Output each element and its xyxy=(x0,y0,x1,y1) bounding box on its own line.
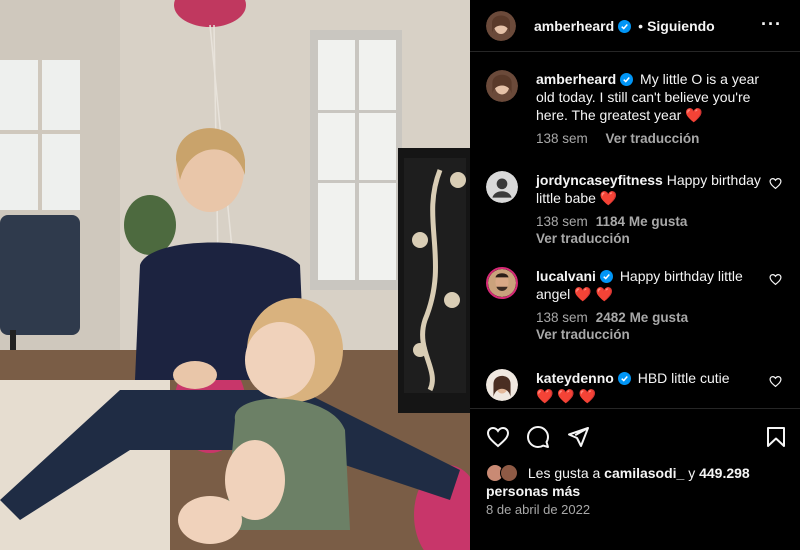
comment-username[interactable]: lucalvani xyxy=(536,268,596,284)
verified-badge-icon xyxy=(620,73,634,86)
like-comment-heart-icon[interactable] xyxy=(769,273,782,286)
like-comment-heart-icon[interactable] xyxy=(769,375,782,388)
post-date[interactable]: 8 de abril de 2022 xyxy=(486,502,590,517)
following-button[interactable]: Siguiendo xyxy=(647,18,715,34)
caption-meta: 138 sem Ver traducción xyxy=(536,130,776,147)
likes-suffix[interactable]: personas más xyxy=(486,483,580,499)
post-actions-bar: Les gusta a camilasodi_ y 449.298 person… xyxy=(470,408,800,550)
comment-item: kateydenno HBD little cutie ❤️ ❤️ ❤️ xyxy=(486,369,786,405)
bookmark-save-icon[interactable] xyxy=(764,425,788,449)
author-username[interactable]: amberheard xyxy=(534,18,614,34)
post-side-panel: amberheard • Siguiendo ··· amberheard My… xyxy=(470,0,800,550)
post-caption: amberheard My little O is a year old tod… xyxy=(486,70,786,154)
verified-badge-icon xyxy=(599,270,613,283)
comment-text-block: jordyncaseyfitness Happy birthday little… xyxy=(536,171,764,247)
share-send-icon[interactable] xyxy=(566,425,590,449)
comment-item: lucalvani Happy birthday little angel ❤️… xyxy=(486,267,786,347)
liker-username[interactable]: camilasodi_ xyxy=(604,465,684,481)
comment-text-block: lucalvani Happy birthday little angel ❤️… xyxy=(536,267,764,343)
comment-emoji: ❤️ xyxy=(599,190,618,206)
comment-emoji: ❤️ ❤️ ❤️ xyxy=(536,388,597,404)
comment-bubble-icon[interactable] xyxy=(526,425,550,449)
commenter-avatar[interactable] xyxy=(486,171,518,203)
liker-avatar xyxy=(500,464,518,482)
liker-avatars xyxy=(486,464,522,482)
author-avatar[interactable] xyxy=(486,70,518,102)
comment-likes[interactable]: 2482 Me gusta xyxy=(596,310,688,325)
translate-link[interactable]: Ver traducción xyxy=(536,326,764,343)
post-photo[interactable] xyxy=(0,0,470,550)
post-header: amberheard • Siguiendo ··· xyxy=(470,0,800,52)
translate-link[interactable]: Ver traducción xyxy=(536,230,764,247)
comment-likes[interactable]: 1184 Me gusta xyxy=(596,214,688,229)
comment-text-block: kateydenno HBD little cutie ❤️ ❤️ ❤️ xyxy=(536,369,764,405)
caption-emoji: ❤️ xyxy=(685,107,703,123)
commenter-avatar[interactable] xyxy=(486,267,518,299)
verified-badge-icon xyxy=(618,20,632,33)
commenter-avatar[interactable] xyxy=(486,369,518,401)
comment-time[interactable]: 138 sem xyxy=(536,310,588,325)
comment-meta: 138 sem 2482 Me gusta Ver traducción xyxy=(536,309,764,343)
like-heart-icon[interactable] xyxy=(486,425,510,449)
comment-emoji: ❤️ ❤️ xyxy=(574,286,613,302)
author-avatar[interactable] xyxy=(486,10,516,41)
likes-count[interactable]: 449.298 xyxy=(699,465,750,481)
likes-connector: y xyxy=(688,465,696,481)
caption-text-block: amberheard My little O is a year old tod… xyxy=(536,70,776,147)
likes-prefix: Les gusta a xyxy=(527,465,601,481)
likes-summary: Les gusta a camilasodi_ y 449.298 person… xyxy=(486,464,786,500)
caption-time[interactable]: 138 sem xyxy=(536,131,588,146)
comment-item: jordyncaseyfitness Happy birthday little… xyxy=(486,171,786,251)
comment-username[interactable]: jordyncaseyfitness xyxy=(536,172,663,188)
comment-username[interactable]: kateydenno xyxy=(536,370,614,386)
instagram-post-view: amberheard • Siguiendo ··· amberheard My… xyxy=(0,0,800,550)
comment-meta: 138 sem 1184 Me gusta Ver traducción xyxy=(536,213,764,247)
separator-dot: • xyxy=(638,17,644,34)
comment-text: HBD little cutie xyxy=(637,370,730,386)
verified-badge-icon xyxy=(617,372,631,385)
translate-link[interactable]: Ver traducción xyxy=(606,131,700,146)
caption-username[interactable]: amberheard xyxy=(536,71,616,87)
comment-time[interactable]: 138 sem xyxy=(536,214,588,229)
like-comment-heart-icon[interactable] xyxy=(769,177,782,190)
more-horizontal-icon[interactable]: ··· xyxy=(761,14,782,35)
post-image-illustration xyxy=(0,0,470,550)
